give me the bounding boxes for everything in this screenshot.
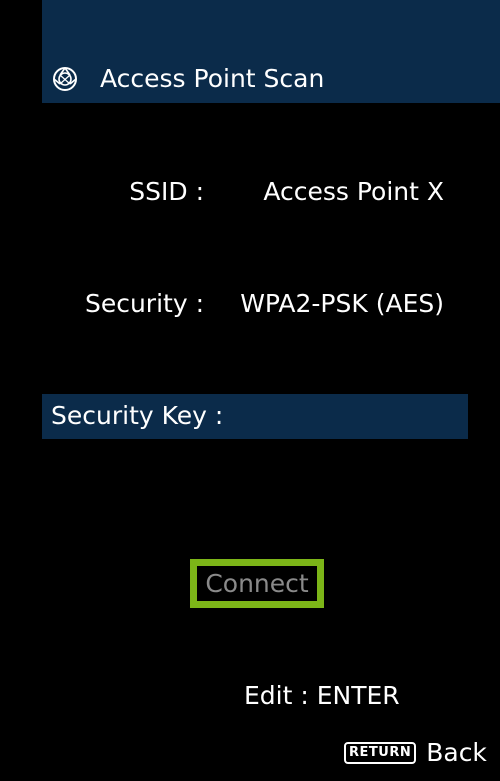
back-label: Back: [426, 738, 487, 767]
security-key-label: Security Key :: [51, 401, 224, 430]
security-value: WPA2-PSK (AES): [240, 289, 444, 318]
security-label: Security :: [84, 289, 204, 318]
connect-button-label: Connect: [205, 568, 309, 598]
ssid-value: Access Point X: [263, 177, 444, 206]
connect-button[interactable]: Connect: [190, 559, 324, 608]
return-key-icon: RETURN: [344, 742, 417, 764]
security-key-field[interactable]: Security Key :: [42, 394, 468, 439]
ssid-label: SSID :: [129, 177, 204, 206]
network-globe-icon: [53, 67, 77, 91]
edit-hint: Edit : ENTER: [244, 681, 400, 710]
page-title: Access Point Scan: [100, 64, 325, 93]
back-button[interactable]: RETURN Back: [344, 736, 487, 770]
